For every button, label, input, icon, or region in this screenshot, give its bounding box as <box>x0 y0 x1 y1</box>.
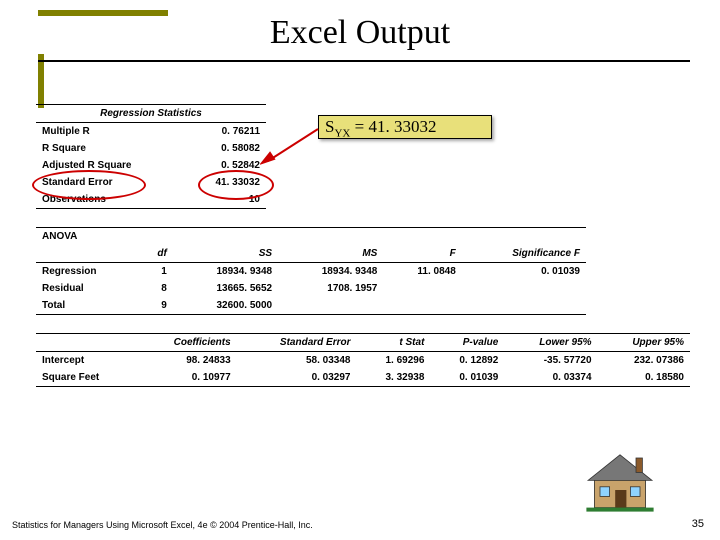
coef-cell: 58. 03348 <box>237 352 357 370</box>
coef-row-label: Intercept <box>36 352 136 370</box>
regstat-label: Multiple R <box>36 123 184 141</box>
anova-cell: 32600. 5000 <box>173 297 278 315</box>
coef-col: P-value <box>430 334 504 352</box>
anova-cell: 18934. 9348 <box>173 263 278 281</box>
coef-cell: 232. 07386 <box>598 352 690 370</box>
coef-col: Upper 95% <box>598 334 690 352</box>
coef-cell: 0. 18580 <box>598 369 690 387</box>
coefficients-table: Coefficients Standard Error t Stat P-val… <box>36 333 690 387</box>
coef-row-label: Square Feet <box>36 369 136 387</box>
slide-title-wrap: Excel Output <box>0 14 720 52</box>
callout-arrow <box>260 125 320 165</box>
anova-cell: 18934. 9348 <box>278 263 383 281</box>
regression-stats-heading: Regression Statistics <box>36 105 266 123</box>
coef-cell: 0. 03374 <box>504 369 597 387</box>
regstat-value: 0. 76211 <box>184 123 266 141</box>
anova-cell <box>383 297 461 315</box>
anova-col-f: F <box>383 245 461 263</box>
coef-cell: 0. 10977 <box>136 369 236 387</box>
anova-cell: 1 <box>139 263 172 281</box>
regstat-value: 0. 58082 <box>184 140 266 157</box>
anova-cell <box>462 280 586 297</box>
coef-col: Standard Error <box>237 334 357 352</box>
anova-cell: 11. 0848 <box>383 263 461 281</box>
coef-cell: 1. 69296 <box>357 352 431 370</box>
anova-col-ms: MS <box>278 245 383 263</box>
house-icon <box>580 450 660 514</box>
coef-cell: 0. 03297 <box>237 369 357 387</box>
regstat-label: R Square <box>36 140 184 157</box>
anova-cell: 13665. 5652 <box>173 280 278 297</box>
anova-cell: 1708. 1957 <box>278 280 383 297</box>
anova-cell: 0. 01039 <box>462 263 586 281</box>
anova-col-sig: Significance F <box>462 245 586 263</box>
equation-val: = 41. 33032 <box>350 117 436 136</box>
slide-title: Excel Output <box>270 14 450 51</box>
anova-cell: 9 <box>139 297 172 315</box>
coef-cell: 3. 32938 <box>357 369 431 387</box>
coef-col: t Stat <box>357 334 431 352</box>
coef-col: Coefficients <box>136 334 236 352</box>
coef-col: Lower 95% <box>504 334 597 352</box>
equation-sub: YX <box>334 127 350 139</box>
anova-table: ANOVA df SS MS F Significance F Regressi… <box>36 227 586 315</box>
anova-row-label: Total <box>36 297 139 315</box>
anova-row-label: Regression <box>36 263 139 281</box>
callout-ellipse-value <box>198 170 274 200</box>
anova-heading: ANOVA <box>36 228 139 246</box>
coef-cell: 0. 12892 <box>430 352 504 370</box>
accent-bar-side <box>38 54 44 108</box>
anova-cell <box>278 297 383 315</box>
anova-cell: 8 <box>139 280 172 297</box>
footer-text: Statistics for Managers Using Microsoft … <box>12 520 313 530</box>
coef-cell: 0. 01039 <box>430 369 504 387</box>
title-underline <box>38 60 690 62</box>
equation-box: SYX = 41. 33032 <box>318 115 492 139</box>
anova-col-ss: SS <box>173 245 278 263</box>
anova-col-df: df <box>139 245 172 263</box>
anova-cell <box>462 297 586 315</box>
callout-ellipse-standard-error <box>32 170 146 200</box>
coef-cell: -35. 57720 <box>504 352 597 370</box>
excel-output-tables: Regression Statistics Multiple R0. 76211… <box>36 104 690 387</box>
anova-row-label: Residual <box>36 280 139 297</box>
page-number: 35 <box>692 518 704 530</box>
coef-cell: 98. 24833 <box>136 352 236 370</box>
anova-cell <box>383 280 461 297</box>
